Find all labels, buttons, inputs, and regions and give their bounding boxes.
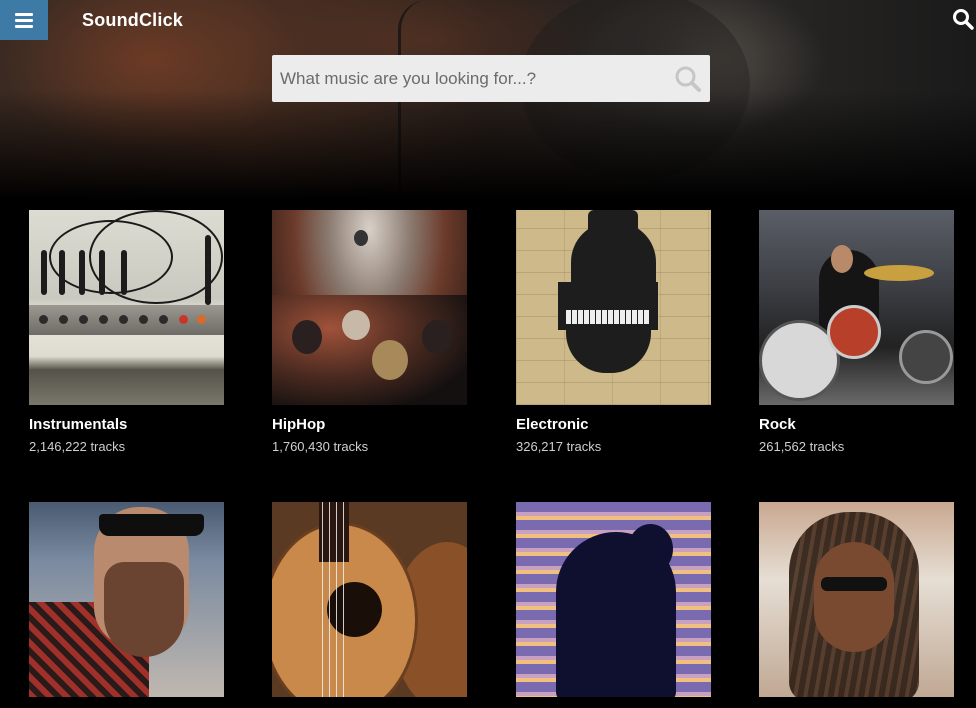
genre-card-7[interactable] xyxy=(516,502,711,708)
genre-title[interactable]: Rock xyxy=(759,416,954,433)
genre-title[interactable]: HipHop xyxy=(272,416,467,433)
genre-card-hiphop[interactable]: HipHop 1,760,430 tracks xyxy=(272,210,467,454)
genre-card-instrumentals[interactable]: Instrumentals 2,146,222 tracks xyxy=(29,210,224,454)
search-submit-button[interactable] xyxy=(674,65,702,93)
genre-thumbnail[interactable] xyxy=(759,502,954,697)
header-search-button[interactable] xyxy=(952,8,974,30)
site-logo[interactable]: SoundClick xyxy=(82,10,183,31)
hamburger-menu-icon xyxy=(15,13,33,28)
search-input[interactable] xyxy=(272,55,662,102)
genre-thumbnail[interactable] xyxy=(516,210,711,405)
genre-card-6[interactable] xyxy=(272,502,467,708)
search-icon xyxy=(953,9,974,30)
genre-title[interactable]: Instrumentals xyxy=(29,416,224,433)
search-bar xyxy=(272,55,710,102)
genre-card-electronic[interactable]: Electronic 326,217 tracks xyxy=(516,210,711,454)
genre-card-8[interactable] xyxy=(759,502,954,708)
genre-card-rock[interactable]: Rock 261,562 tracks xyxy=(759,210,954,454)
genre-thumbnail[interactable] xyxy=(272,210,467,405)
genre-title[interactable]: Electronic xyxy=(516,416,711,433)
menu-button[interactable] xyxy=(0,0,48,40)
genre-thumbnail[interactable] xyxy=(29,210,224,405)
genre-thumbnail[interactable] xyxy=(272,502,467,697)
genre-track-count: 261,562 tracks xyxy=(759,439,845,454)
genre-thumbnail[interactable] xyxy=(29,502,224,697)
genre-track-count: 2,146,222 tracks xyxy=(29,439,126,454)
genre-thumbnail[interactable] xyxy=(759,210,954,405)
genre-track-count: 326,217 tracks xyxy=(516,439,602,454)
genre-thumbnail[interactable] xyxy=(516,502,711,697)
search-icon xyxy=(675,66,701,92)
genre-track-count: 1,760,430 tracks xyxy=(272,439,369,454)
genre-card-5[interactable] xyxy=(29,502,224,708)
